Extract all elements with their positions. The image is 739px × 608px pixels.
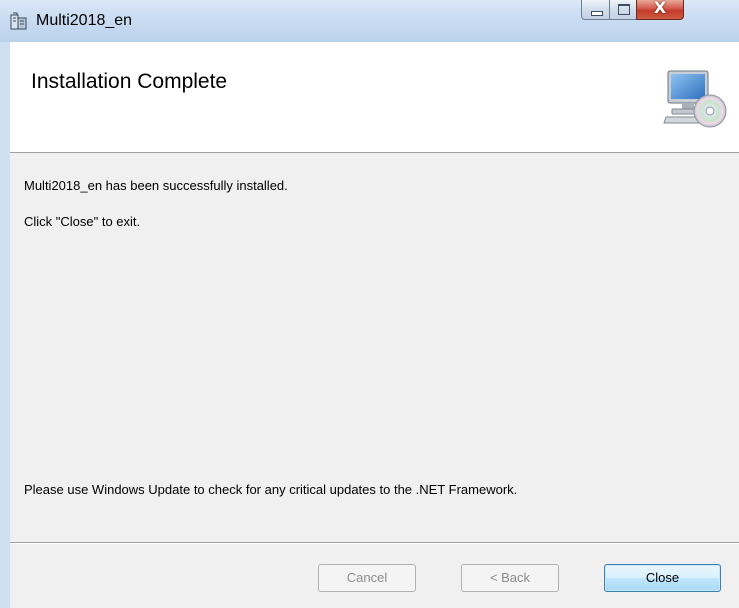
close-button[interactable]: Close xyxy=(604,564,721,592)
installer-app-icon xyxy=(9,12,29,32)
page-title: Installation Complete xyxy=(31,70,228,93)
cancel-button[interactable]: Cancel xyxy=(318,564,416,592)
close-icon: X xyxy=(653,0,667,17)
title-bar[interactable]: Multi2018_en X xyxy=(0,0,739,42)
update-notice: Please use Windows Update to check for a… xyxy=(24,482,518,497)
header-band: Installation Complete xyxy=(10,42,739,153)
window-title: Multi2018_en xyxy=(36,12,133,29)
exit-instruction: Click "Close" to exit. xyxy=(24,214,141,229)
footer-divider xyxy=(10,542,739,544)
success-message: Multi2018_en has been successfully insta… xyxy=(24,178,288,193)
installer-dialog: Installation Complete Multi2018_en has b… xyxy=(10,42,739,608)
maximize-icon xyxy=(618,4,630,15)
computer-cd-icon xyxy=(662,67,728,129)
maximize-button[interactable] xyxy=(609,0,637,20)
minimize-icon xyxy=(591,11,603,16)
back-button[interactable]: < Back xyxy=(461,564,559,592)
minimize-button[interactable] xyxy=(581,0,610,20)
window-close-button[interactable]: X xyxy=(636,0,684,20)
